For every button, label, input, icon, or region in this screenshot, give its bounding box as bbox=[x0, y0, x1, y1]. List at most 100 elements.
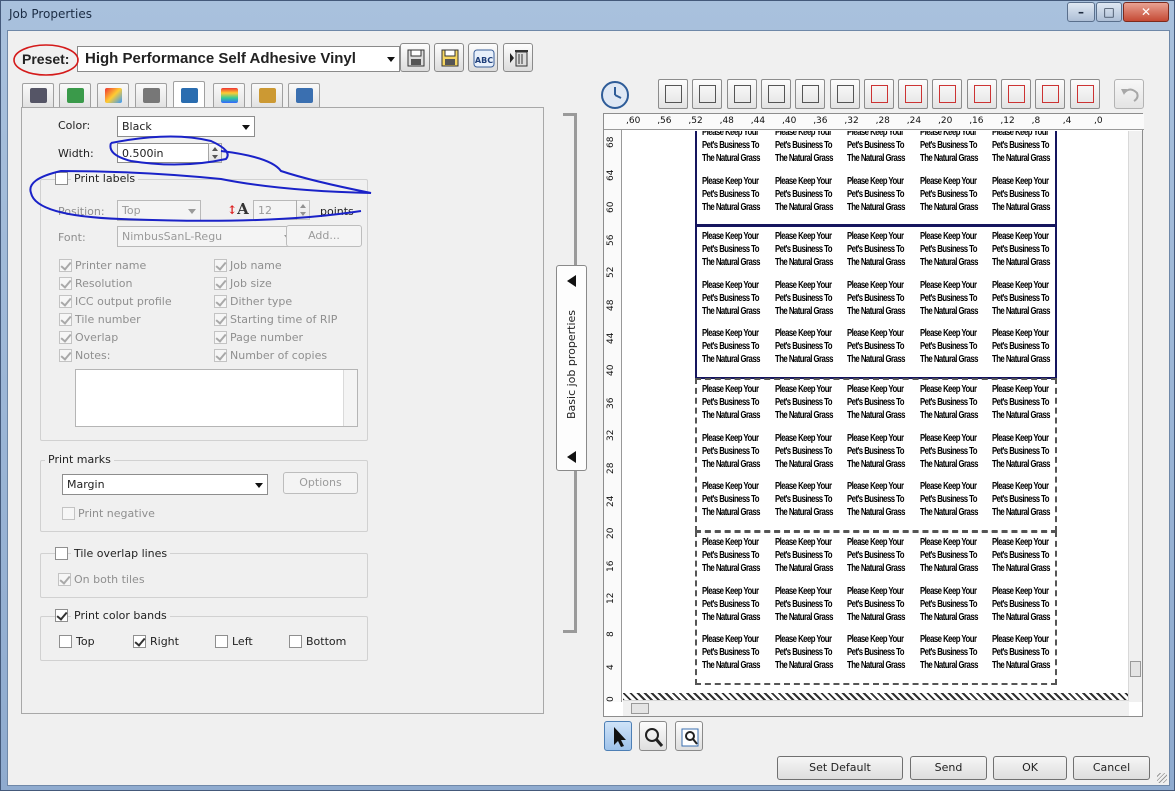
preview-canvas[interactable]: Please Keep Your Pet's Business To The Nat… bbox=[623, 131, 1129, 702]
width-field[interactable]: 0.500in bbox=[117, 143, 209, 163]
maximize-button[interactable]: □ bbox=[1096, 2, 1122, 22]
resize-grip-icon[interactable] bbox=[1157, 773, 1167, 783]
print-negative-checkbox[interactable] bbox=[62, 507, 75, 520]
label-option-checkbox[interactable] bbox=[59, 349, 72, 362]
tab-crop[interactable] bbox=[135, 83, 167, 107]
zoom-tool-button[interactable] bbox=[639, 721, 667, 751]
tab-tags[interactable] bbox=[288, 83, 320, 107]
history-button[interactable] bbox=[600, 80, 631, 111]
label-cell: Please Keep Your Pet's Business To The Nat… bbox=[702, 432, 760, 477]
center-horizontal-icon bbox=[802, 85, 820, 103]
distribute-center-button[interactable] bbox=[1001, 79, 1031, 109]
font-dropdown[interactable]: NimbusSanL-Regu bbox=[117, 226, 297, 247]
label-size-field[interactable]: 12 bbox=[253, 200, 297, 220]
label-line: Pet's Business To bbox=[702, 292, 760, 304]
label-option-checkbox[interactable] bbox=[59, 331, 72, 344]
color-band-left-checkbox[interactable] bbox=[215, 635, 228, 648]
preview-horizontal-scrollbar[interactable] bbox=[623, 700, 1129, 716]
distribute-top-button[interactable] bbox=[863, 79, 894, 109]
spell-check-button[interactable]: ABC bbox=[468, 43, 498, 72]
on-both-tiles-checkbox[interactable] bbox=[58, 573, 71, 586]
label-line: The Natural Grass bbox=[992, 660, 1050, 671]
tab-rotate[interactable] bbox=[59, 83, 91, 107]
notes-textarea[interactable] bbox=[75, 369, 358, 427]
align-left-button[interactable] bbox=[658, 79, 688, 109]
print-marks-dropdown[interactable]: Margin bbox=[62, 474, 268, 495]
distribute-right-button[interactable] bbox=[966, 79, 997, 109]
center-horizontal-button[interactable] bbox=[795, 79, 826, 109]
label-option-checkbox[interactable] bbox=[214, 277, 227, 290]
minimize-button[interactable]: – bbox=[1067, 2, 1095, 22]
label-option-checkbox[interactable] bbox=[59, 259, 72, 272]
title-bar[interactable]: Job Properties – □ ✕ bbox=[1, 1, 1175, 29]
space-horizontal-button[interactable] bbox=[1069, 79, 1100, 109]
label-size-stepper[interactable] bbox=[296, 200, 310, 220]
width-stepper[interactable] bbox=[208, 143, 222, 163]
ok-button[interactable]: OK bbox=[993, 756, 1067, 780]
send-button[interactable]: Send bbox=[910, 756, 987, 780]
tile-overlap-checkbox[interactable] bbox=[55, 547, 68, 560]
tab-color[interactable] bbox=[213, 83, 245, 107]
label-line: Pet's Business To bbox=[702, 341, 760, 352]
label-option-checkbox[interactable] bbox=[59, 313, 72, 326]
print-color-bands-checkbox[interactable] bbox=[55, 609, 68, 622]
label-line: The Natural Grass bbox=[919, 153, 978, 164]
label-cell: Please Keep Your Pet's Business To The Nat… bbox=[847, 327, 905, 372]
print-color-bands-label: Print color bands bbox=[71, 609, 170, 622]
label-sheet[interactable]: Please Keep Your Pet's Business To The Nat… bbox=[695, 131, 1057, 226]
distribute-middle-button[interactable] bbox=[1035, 79, 1066, 109]
label-option-checkbox[interactable] bbox=[214, 349, 227, 362]
color-band-right-checkbox[interactable] bbox=[133, 635, 146, 648]
label-sheet[interactable]: Please Keep Your Pet's Business To The Nat… bbox=[695, 531, 1057, 685]
label-sheet[interactable]: Please Keep Your Pet's Business To The Nat… bbox=[695, 225, 1057, 379]
scroll-thumb[interactable] bbox=[631, 703, 649, 714]
print-marks-options-button[interactable]: Options bbox=[283, 472, 358, 494]
save-as-icon bbox=[441, 49, 459, 67]
save-as-button[interactable] bbox=[434, 43, 464, 72]
cancel-button[interactable]: Cancel bbox=[1073, 756, 1150, 780]
close-button[interactable]: ✕ bbox=[1123, 2, 1169, 22]
distribute-left-button[interactable] bbox=[932, 79, 963, 109]
label-option-checkbox[interactable] bbox=[59, 277, 72, 290]
label-option-checkbox[interactable] bbox=[214, 259, 227, 272]
set-default-button[interactable]: Set Default bbox=[777, 756, 903, 780]
align-bottom-button[interactable] bbox=[760, 79, 791, 109]
tab-image[interactable] bbox=[97, 83, 129, 107]
color-band-top-checkbox[interactable] bbox=[59, 635, 72, 648]
print-labels-checkbox[interactable] bbox=[55, 172, 68, 185]
distribute-bottom-button[interactable] bbox=[898, 79, 929, 109]
label-option-checkbox[interactable] bbox=[214, 295, 227, 308]
tab-printer[interactable] bbox=[22, 83, 54, 107]
notes-scrollbar[interactable] bbox=[343, 370, 357, 426]
label-option-checkbox[interactable] bbox=[214, 313, 227, 326]
preset-dropdown[interactable]: High Performance Self Adhesive Vinyl bbox=[77, 46, 400, 72]
label-sheet[interactable]: Please Keep Your Pet's Business To The Nat… bbox=[695, 378, 1057, 532]
align-right-button[interactable] bbox=[692, 79, 723, 109]
label-cell: Please Keep Your Pet's Business To The Nat… bbox=[847, 432, 905, 477]
label-line: Please Keep Your bbox=[774, 585, 832, 597]
ruler-tick: ,4 bbox=[1062, 116, 1072, 126]
label-option-checkbox[interactable] bbox=[59, 295, 72, 308]
font-size-icon: ↕A bbox=[227, 200, 249, 218]
align-top-button[interactable] bbox=[726, 79, 757, 109]
color-dropdown[interactable]: Black bbox=[117, 116, 255, 137]
label-line: Pet's Business To bbox=[919, 140, 978, 151]
label-cell: Please Keep Your Pet's Business To The Nat… bbox=[702, 327, 760, 372]
label-cell: Please Keep Your Pet's Business To The Nat… bbox=[992, 131, 1050, 171]
center-vertical-button[interactable] bbox=[829, 79, 860, 109]
layout-preview[interactable]: ,60,56,52,48,44,40,36,32,28,24,20,16,12,… bbox=[603, 113, 1144, 717]
tab-marks[interactable] bbox=[173, 81, 205, 108]
label-option-checkbox[interactable] bbox=[214, 331, 227, 344]
position-dropdown[interactable]: Top bbox=[117, 200, 201, 221]
scroll-thumb[interactable] bbox=[1130, 661, 1141, 677]
add-font-button[interactable]: Add... bbox=[286, 225, 362, 247]
select-tool-button[interactable] bbox=[604, 721, 632, 751]
zoom-fit-button[interactable] bbox=[675, 721, 703, 751]
tab-layers[interactable] bbox=[251, 83, 283, 107]
ruler-tick: 60 bbox=[606, 201, 616, 214]
color-band-bottom-checkbox[interactable] bbox=[289, 635, 302, 648]
save-button[interactable] bbox=[400, 43, 430, 72]
preview-vertical-scrollbar[interactable] bbox=[1128, 131, 1142, 702]
delete-button[interactable] bbox=[503, 43, 533, 72]
undo-button[interactable] bbox=[1114, 79, 1144, 109]
